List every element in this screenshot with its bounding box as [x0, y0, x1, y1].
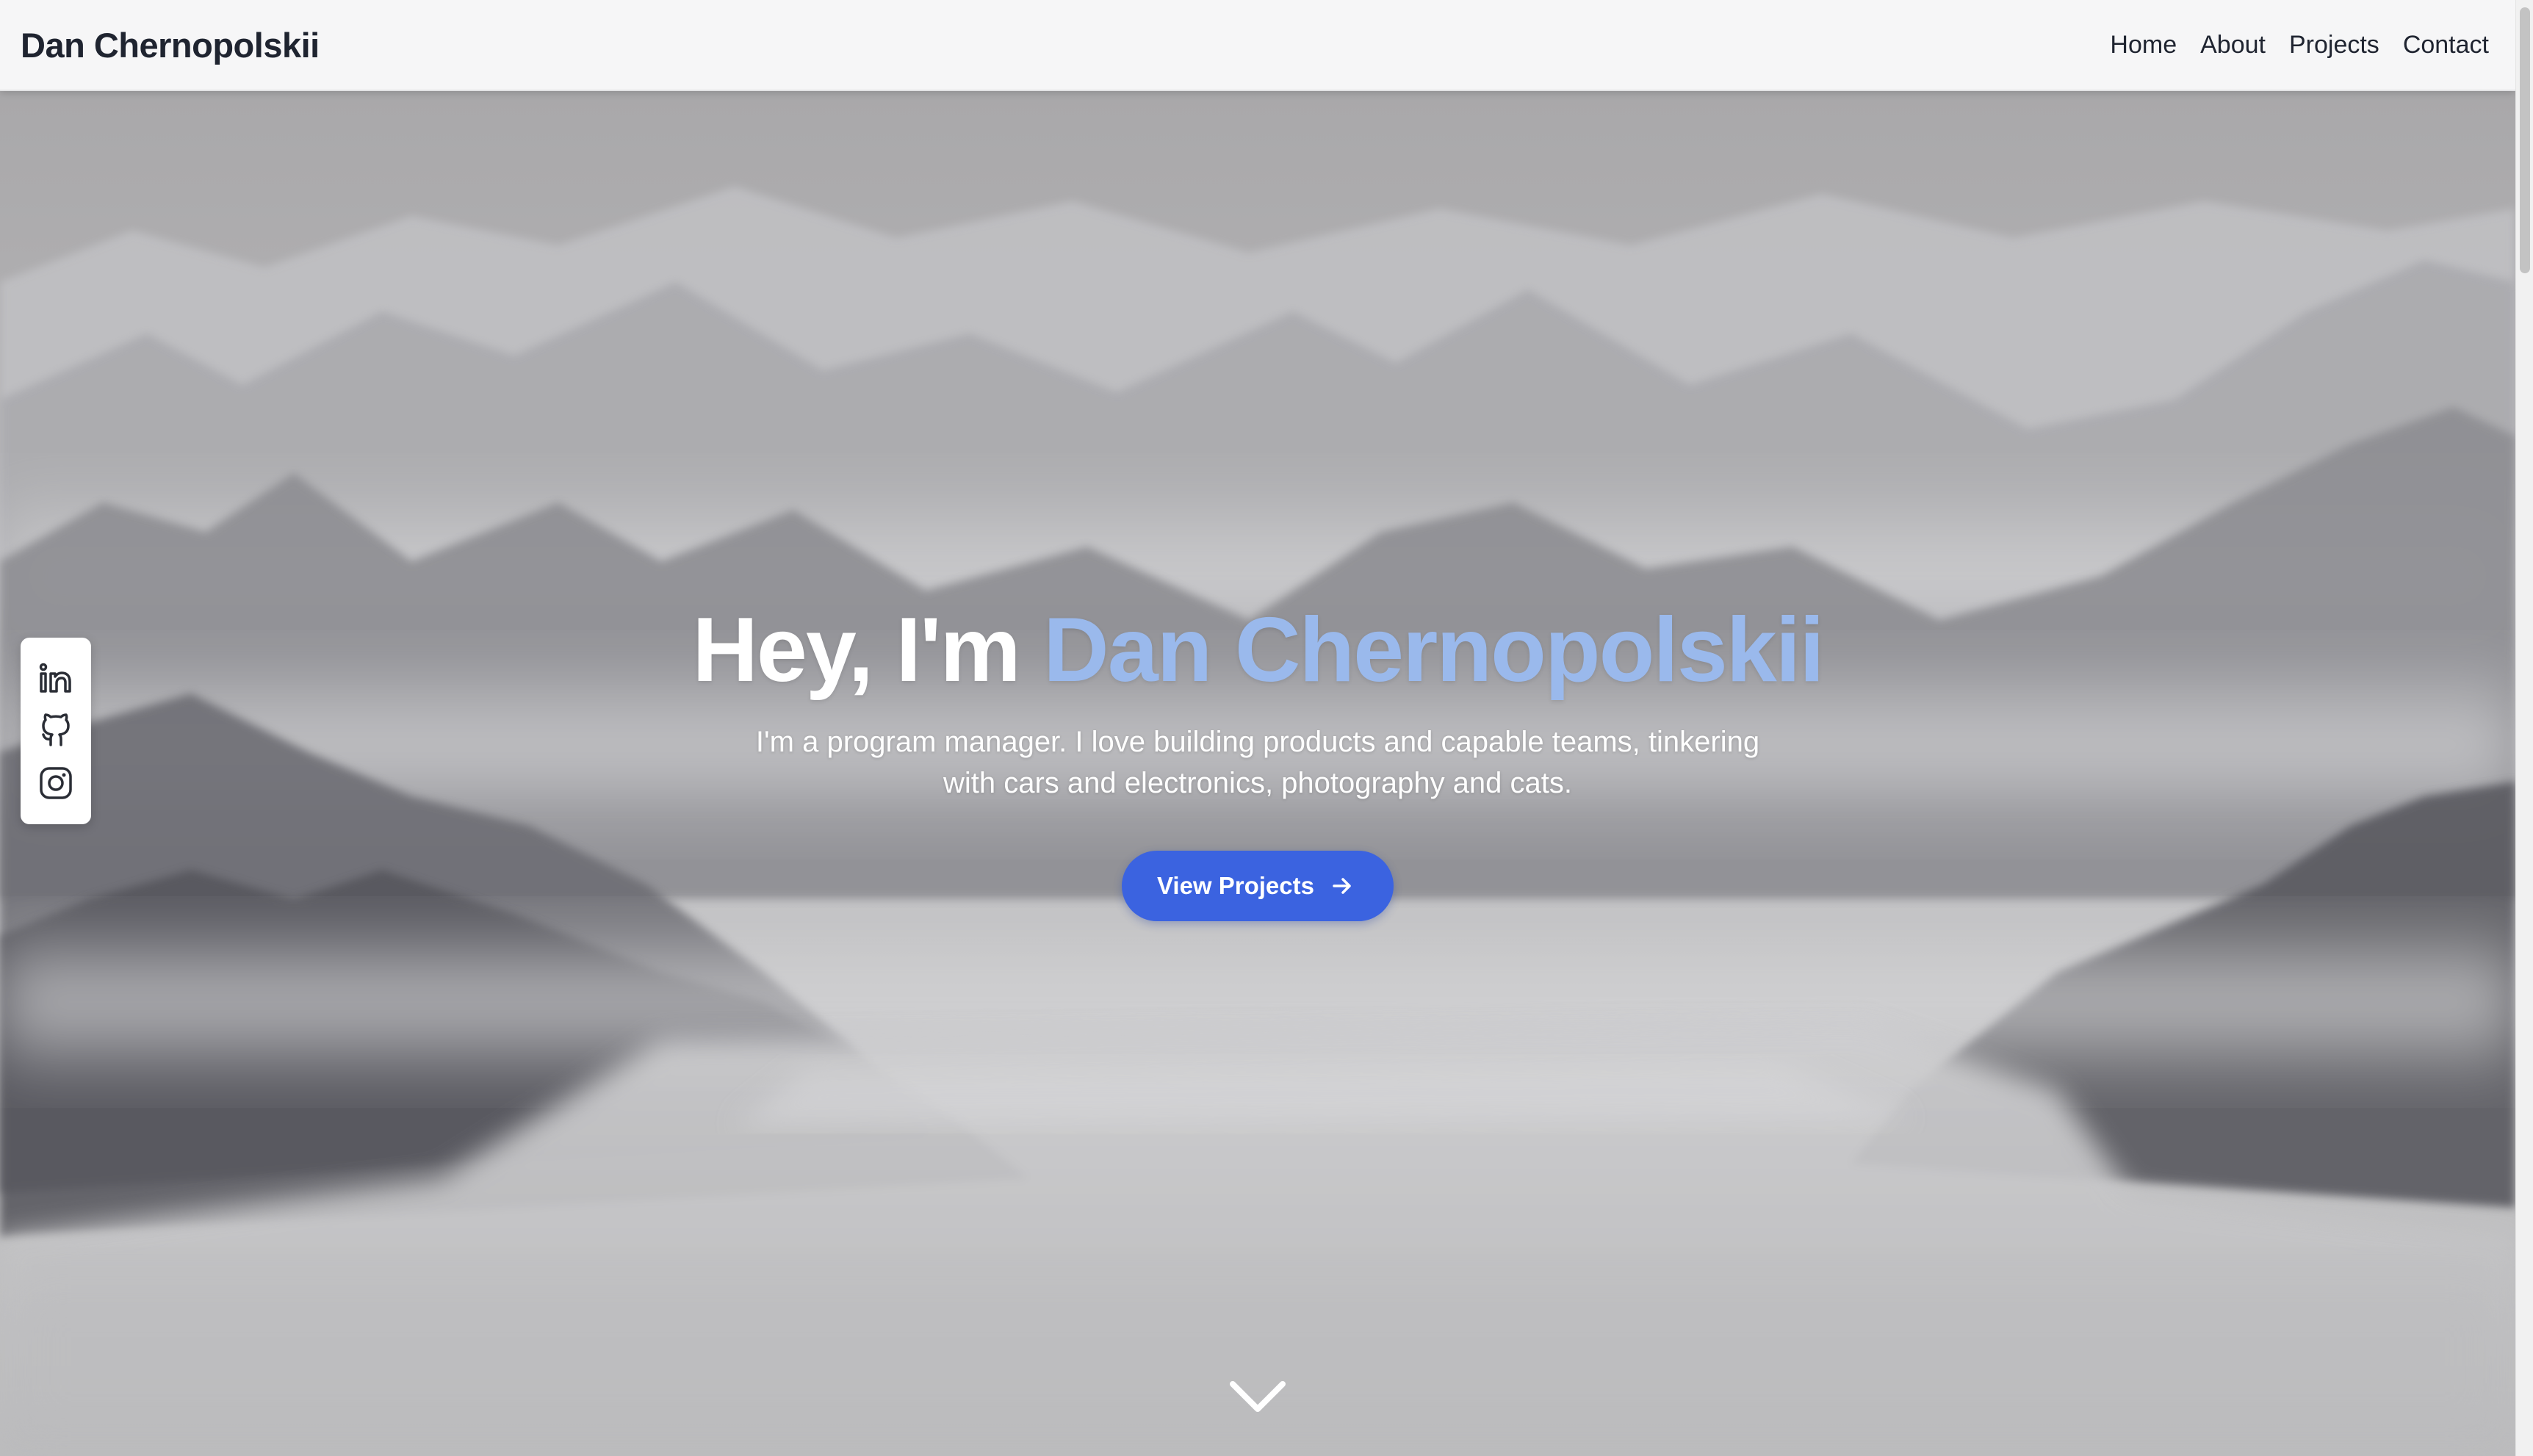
hero-subtitle: I'm a program manager. I love building p…: [755, 726, 1760, 799]
top-navbar: Dan Chernopolskii Home About Projects Co…: [0, 0, 2515, 91]
nav-link-about[interactable]: About: [2200, 31, 2266, 60]
chevron-down-icon[interactable]: [1228, 1378, 1287, 1415]
hero-title: Hey, I'm Dan Chernopolskii: [0, 595, 2515, 705]
arrow-right-icon: [1333, 878, 1351, 894]
page-scrollbar[interactable]: [2515, 0, 2533, 1456]
scrollbar-thumb[interactable]: [2520, 7, 2530, 273]
hero-name: Dan Chernopolskii: [1043, 599, 1824, 701]
nav-links: Home About Projects Contact: [2110, 31, 2489, 60]
page: Dan Chernopolskii Home About Projects Co…: [0, 0, 2533, 1456]
hero-content: Hey, I'm Dan Chernopolskii I'm a program…: [0, 595, 2515, 921]
nav-link-projects[interactable]: Projects: [2289, 31, 2379, 60]
nav-link-home[interactable]: Home: [2110, 31, 2177, 60]
site-brand[interactable]: Dan Chernopolskii: [21, 25, 320, 65]
view-projects-button[interactable]: View Projects: [1121, 851, 1394, 921]
view-projects-label: View Projects: [1156, 872, 1314, 899]
hero-greeting: Hey, I'm: [692, 599, 1020, 701]
nav-link-contact[interactable]: Contact: [2403, 31, 2489, 60]
